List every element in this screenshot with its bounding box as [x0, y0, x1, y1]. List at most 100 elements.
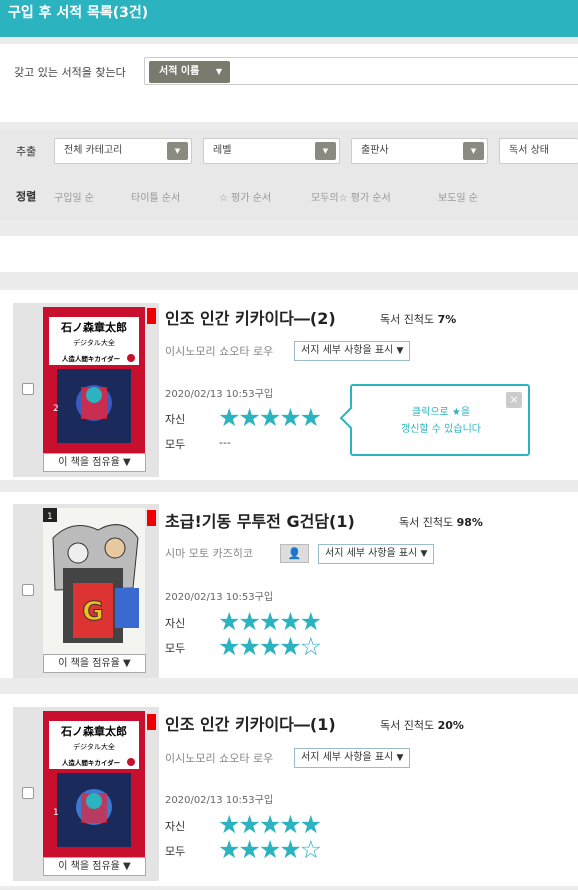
self-rating-label: 자신 — [165, 820, 186, 833]
self-rating-label: 자신 — [165, 413, 186, 426]
spacer-bar — [0, 236, 578, 272]
filter-section: 추출 전체 카테고리 ▼ 레벨 ▼ 출판사 ▼ 독서 상태 정렬 구입일 순 타… — [0, 130, 578, 220]
purchase-date: 2020/02/13 10:53구입 — [165, 592, 274, 603]
book-cover[interactable]: 1 G — [43, 508, 145, 654]
sort-option-release-date[interactable]: 보도일 순 — [438, 189, 478, 204]
self-rating-label: 자신 — [165, 617, 186, 630]
triangle-down-icon: ▼ — [420, 549, 428, 559]
tooltip-line-2: 갱신할 수 있습니다 — [401, 424, 481, 435]
book-card: 石ノ森章太郎 デジタル大全 人造人間キカイダー 1 이 책을 점유율 ▼ 인조 … — [0, 694, 578, 886]
everyone-rating-label: 모두 — [165, 845, 186, 858]
details-label: 서지 세부 사항을 표시 — [301, 345, 394, 356]
purchase-date: 2020/02/13 10:53구입 — [165, 389, 274, 400]
book-thumb: 石ノ森章太郎 デジタル大全 人造人間キカイダー 1 이 책을 점유율 ▼ — [13, 707, 159, 881]
details-label: 서지 세부 사항을 표시 — [325, 548, 418, 559]
cover-name: 人造人間キカイダー — [62, 354, 120, 363]
everyone-rating-stars: ★★★★☆ — [218, 632, 322, 661]
cover-series: デジタル大全 — [73, 338, 115, 347]
rating-tooltip: 클릭으로 ★을 갱신할 수 있습니다 × — [339, 384, 530, 456]
everyone-rating-label: 모두 — [165, 642, 186, 655]
book-cover[interactable]: 石ノ森章太郎 デジタル大全 人造人間キカイダー 2 — [43, 307, 145, 453]
page-header: 구입 후 서적 목록(3건) — [0, 0, 578, 37]
chevron-down-icon: ▼ — [215, 67, 222, 76]
book-card: 1 G 이 책을 점유율 ▼ 초급!기동 무투전 G건담(1) 독서 진척도 9… — [0, 492, 578, 678]
everyone-rating-label: 모두 — [165, 438, 186, 451]
search-label: 갖고 있는 서적을 찾는다 — [14, 66, 126, 79]
filter-label: 추출 — [16, 145, 37, 158]
triangle-down-icon: ▼ — [396, 753, 404, 763]
red-marker — [147, 714, 156, 730]
red-marker — [147, 308, 156, 324]
tooltip-message: 클릭으로 ★을 갱신할 수 있습니다 — [366, 404, 516, 438]
book-author[interactable]: 이시노모리 쇼오타 로우 — [165, 343, 273, 359]
book-title[interactable]: 인조 인간 키카이다―(2) — [165, 305, 336, 329]
book-checkbox[interactable] — [22, 383, 34, 395]
publisher-dropdown[interactable]: 출판사 ▼ — [351, 138, 488, 164]
reading-status-value: 독서 상태 — [509, 145, 549, 156]
cover-volume: 2 — [53, 404, 59, 414]
category-dropdown[interactable]: 전체 카테고리 ▼ — [54, 138, 192, 164]
purchase-date: 2020/02/13 10:53구입 — [165, 795, 274, 806]
book-checkbox[interactable] — [22, 584, 34, 596]
search-type-select[interactable]: 서적 이름 ▼ — [149, 61, 230, 83]
reading-status-dropdown[interactable]: 독서 상태 — [499, 138, 578, 164]
reading-progress: 독서 진척도 7% — [380, 311, 456, 327]
details-label: 서지 세부 사항을 표시 — [301, 752, 394, 763]
progress-label: 독서 진척도 — [380, 313, 435, 326]
cover-name: 人造人間キカイダー — [62, 758, 120, 767]
red-marker — [147, 510, 156, 526]
category-value: 전체 카테고리 — [64, 145, 123, 156]
progress-label: 독서 진척도 — [380, 719, 435, 732]
svg-text:G: G — [82, 597, 103, 627]
cover-series: デジタル大全 — [73, 742, 115, 751]
book-thumb: 1 G 이 책을 점유율 ▼ — [13, 504, 159, 678]
chevron-down-icon: ▼ — [167, 142, 188, 160]
reading-progress: 독서 진척도 20% — [380, 717, 464, 733]
show-details-button[interactable]: 서지 세부 사항을 표시 ▼ — [294, 748, 411, 768]
show-details-button[interactable]: 서지 세부 사항을 표시 ▼ — [294, 341, 411, 361]
cover-author: 石ノ森章太郎 — [60, 320, 127, 334]
cover-author: 石ノ森章太郎 — [60, 724, 127, 738]
occupancy-button[interactable]: 이 책을 점유율 ▼ — [43, 857, 146, 876]
level-value: 레벨 — [213, 145, 232, 156]
cover-volume: 1 — [47, 512, 53, 522]
chevron-down-icon: ▼ — [463, 142, 484, 160]
progress-value: 7% — [437, 313, 457, 326]
occupancy-button[interactable]: 이 책을 점유율 ▼ — [43, 453, 146, 472]
cover-volume: 1 — [53, 808, 59, 818]
level-dropdown[interactable]: 레벨 ▼ — [203, 138, 340, 164]
show-details-button[interactable]: 서지 세부 사항을 표시 ▼ — [318, 544, 435, 564]
occupancy-button[interactable]: 이 책을 점유율 ▼ — [43, 654, 146, 673]
search-type-value: 서적 이름 — [159, 66, 200, 77]
book-checkbox[interactable] — [22, 787, 34, 799]
triangle-down-icon: ▼ — [396, 346, 404, 356]
progress-label: 독서 진척도 — [399, 516, 454, 529]
sort-option-everyone-rating[interactable]: 모두의☆ 평가 순서 — [311, 189, 391, 204]
sort-option-rating[interactable]: ☆ 평가 순서 — [219, 189, 271, 204]
bottom-divider — [0, 886, 578, 890]
book-author[interactable]: 시마 모토 카즈히코 — [165, 545, 253, 561]
close-icon[interactable]: × — [506, 392, 522, 408]
search-section: 갖고 있는 서적을 찾는다 서적 이름 ▼ — [0, 44, 578, 122]
progress-value: 98% — [456, 516, 483, 529]
self-rating-stars[interactable]: ★★★★★ — [218, 609, 322, 634]
book-author[interactable]: 이시노모리 쇼오타 로우 — [165, 750, 273, 766]
sort-label: 정렬 — [16, 190, 37, 203]
publisher-value: 출판사 — [361, 145, 389, 156]
search-input[interactable]: 서적 이름 ▼ — [144, 57, 578, 85]
everyone-rating-stars: ★★★★☆ — [218, 835, 322, 864]
book-thumb: 石ノ森章太郎 デジタル大全 人造人間キカイダー 2 이 책을 점유율 ▼ — [13, 303, 159, 477]
book-cover[interactable]: 石ノ森章太郎 デジタル大全 人造人間キカイダー 1 — [43, 711, 145, 857]
everyone-rating-value: --- — [219, 436, 231, 449]
author-follow-icon[interactable]: 👤 — [280, 544, 309, 563]
self-rating-stars[interactable]: ★★★★★ — [218, 405, 322, 430]
sort-option-purchase-date[interactable]: 구입일 순 — [54, 189, 94, 204]
sort-option-title[interactable]: 타이틀 순서 — [131, 189, 180, 204]
chevron-down-icon: ▼ — [315, 142, 336, 160]
book-title[interactable]: 인조 인간 키카이다―(1) — [165, 711, 336, 735]
reading-progress: 독서 진척도 98% — [399, 514, 483, 530]
self-rating-stars[interactable]: ★★★★★ — [218, 812, 322, 837]
tooltip-line-1: 클릭으로 ★을 — [411, 407, 471, 418]
book-title[interactable]: 초급!기동 무투전 G건담(1) — [165, 508, 355, 532]
page-title: 구입 후 서적 목록(3건) — [8, 5, 149, 21]
